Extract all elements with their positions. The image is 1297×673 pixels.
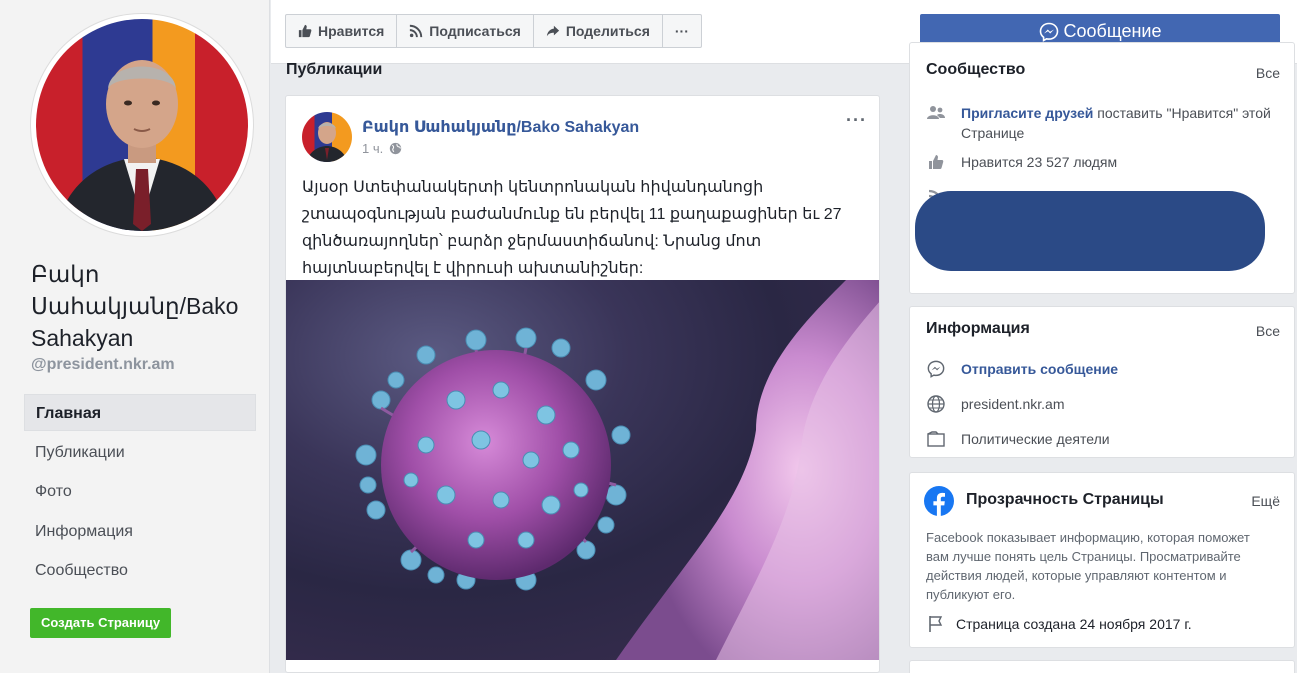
post-author-avatar[interactable] <box>302 112 352 162</box>
transparency-description: Facebook показывает информацию, которая … <box>926 530 1250 602</box>
facebook-logo-icon <box>924 486 954 516</box>
website-row: president.nkr.am <box>926 394 1065 414</box>
share-label: Поделиться <box>565 23 650 39</box>
post-options-button[interactable]: ··· <box>846 110 867 131</box>
website-link[interactable]: president.nkr.am <box>961 394 1065 414</box>
page-created-row: Страница создана 24 ноября 2017 г. <box>926 614 1192 634</box>
send-message-link[interactable]: Отправить сообщение <box>961 359 1118 379</box>
community-card: Сообщество Все Пригласите друзей постави… <box>909 42 1295 294</box>
globe-icon <box>926 394 946 414</box>
share-button[interactable]: Поделиться <box>534 15 663 47</box>
left-sidebar: Բակո Սահակյանը/Bako Sahakyan @president.… <box>0 0 270 673</box>
send-message-row: Отправить сообщение <box>926 359 1118 379</box>
like-button[interactable]: Нравится <box>286 15 398 47</box>
invite-people-icon <box>926 103 946 123</box>
message-label: Сообщение <box>1063 21 1162 41</box>
nav-item-about[interactable]: Информация <box>24 513 256 550</box>
category-tag-icon <box>926 429 946 449</box>
follow-button[interactable]: Подписаться <box>397 15 534 47</box>
next-card-partial <box>909 660 1295 673</box>
community-title: Сообщество <box>926 61 1026 78</box>
globe-icon <box>390 142 402 155</box>
likes-count-row: Нравится 23 527 людям <box>926 152 1117 172</box>
messenger-icon <box>1039 22 1058 42</box>
post-timestamp[interactable]: 1 ч. <box>362 141 383 156</box>
page-transparency-card: Прозрачность Страницы Ещё Facebook показ… <box>909 472 1295 648</box>
post-card: Բակո Սահակյանը/Bako Sahakyan 1 ч. ··· Այ… <box>285 95 880 673</box>
thumbs-up-icon <box>926 152 946 172</box>
category-row: Политические деятели <box>926 429 1110 449</box>
rss-icon <box>410 24 423 38</box>
page-username[interactable]: @president.nkr.am <box>31 356 175 374</box>
transparency-title: Прозрачность Страницы <box>966 491 1164 508</box>
likes-count-text: Нравится 23 527 людям <box>961 154 1118 170</box>
post-meta: 1 ч. <box>362 141 402 156</box>
nav-item-photos[interactable]: Фото <box>24 473 256 510</box>
info-see-all-link[interactable]: Все <box>1256 323 1280 339</box>
info-card: Информация Все Отправить сообщение presi… <box>909 306 1295 458</box>
page-created-text: Страница создана 24 ноября 2017 г. <box>956 616 1192 632</box>
like-label: Нравится <box>318 23 385 39</box>
info-title: Информация <box>926 320 1030 337</box>
section-heading: Публикации <box>286 61 383 78</box>
nav-item-community[interactable]: Сообщество <box>24 552 256 589</box>
create-page-button[interactable]: Создать Страницу <box>30 608 172 638</box>
post-author-name[interactable]: Բակո Սահակյանը/Bako Sahakyan <box>362 117 639 137</box>
community-see-all-link[interactable]: Все <box>1256 65 1280 81</box>
page-navigation: Главная Публикации Фото Информация Сообщ… <box>24 394 256 592</box>
share-arrow-icon <box>546 25 559 37</box>
flag-icon <box>926 614 946 634</box>
redaction-blob <box>915 191 1265 271</box>
post-body-text: Այսօր Ստեփանակերտի կենտրոնական հիվանդանո… <box>302 179 842 277</box>
post-image-virus[interactable] <box>286 280 879 660</box>
nav-item-home[interactable]: Главная <box>24 394 256 431</box>
category-text: Политические деятели <box>961 431 1110 447</box>
more-options-button[interactable]: ··· <box>663 15 701 47</box>
messenger-icon <box>926 359 946 379</box>
page-title[interactable]: Բակո Սահակյանը/Bako Sahakyan <box>31 258 256 354</box>
follow-label: Подписаться <box>429 23 521 39</box>
profile-picture[interactable] <box>31 14 253 236</box>
invite-friends-link[interactable]: Пригласите друзей <box>961 105 1093 121</box>
transparency-more-link[interactable]: Ещё <box>1251 493 1280 509</box>
more-dots-icon: ··· <box>674 23 689 39</box>
thumbs-up-icon <box>298 24 312 38</box>
nav-item-posts[interactable]: Публикации <box>24 434 256 471</box>
invite-friends-row: Пригласите друзей поставить "Нравится" э… <box>926 103 1276 143</box>
action-button-group: Нравится Подписаться Поделиться ··· <box>285 14 702 48</box>
